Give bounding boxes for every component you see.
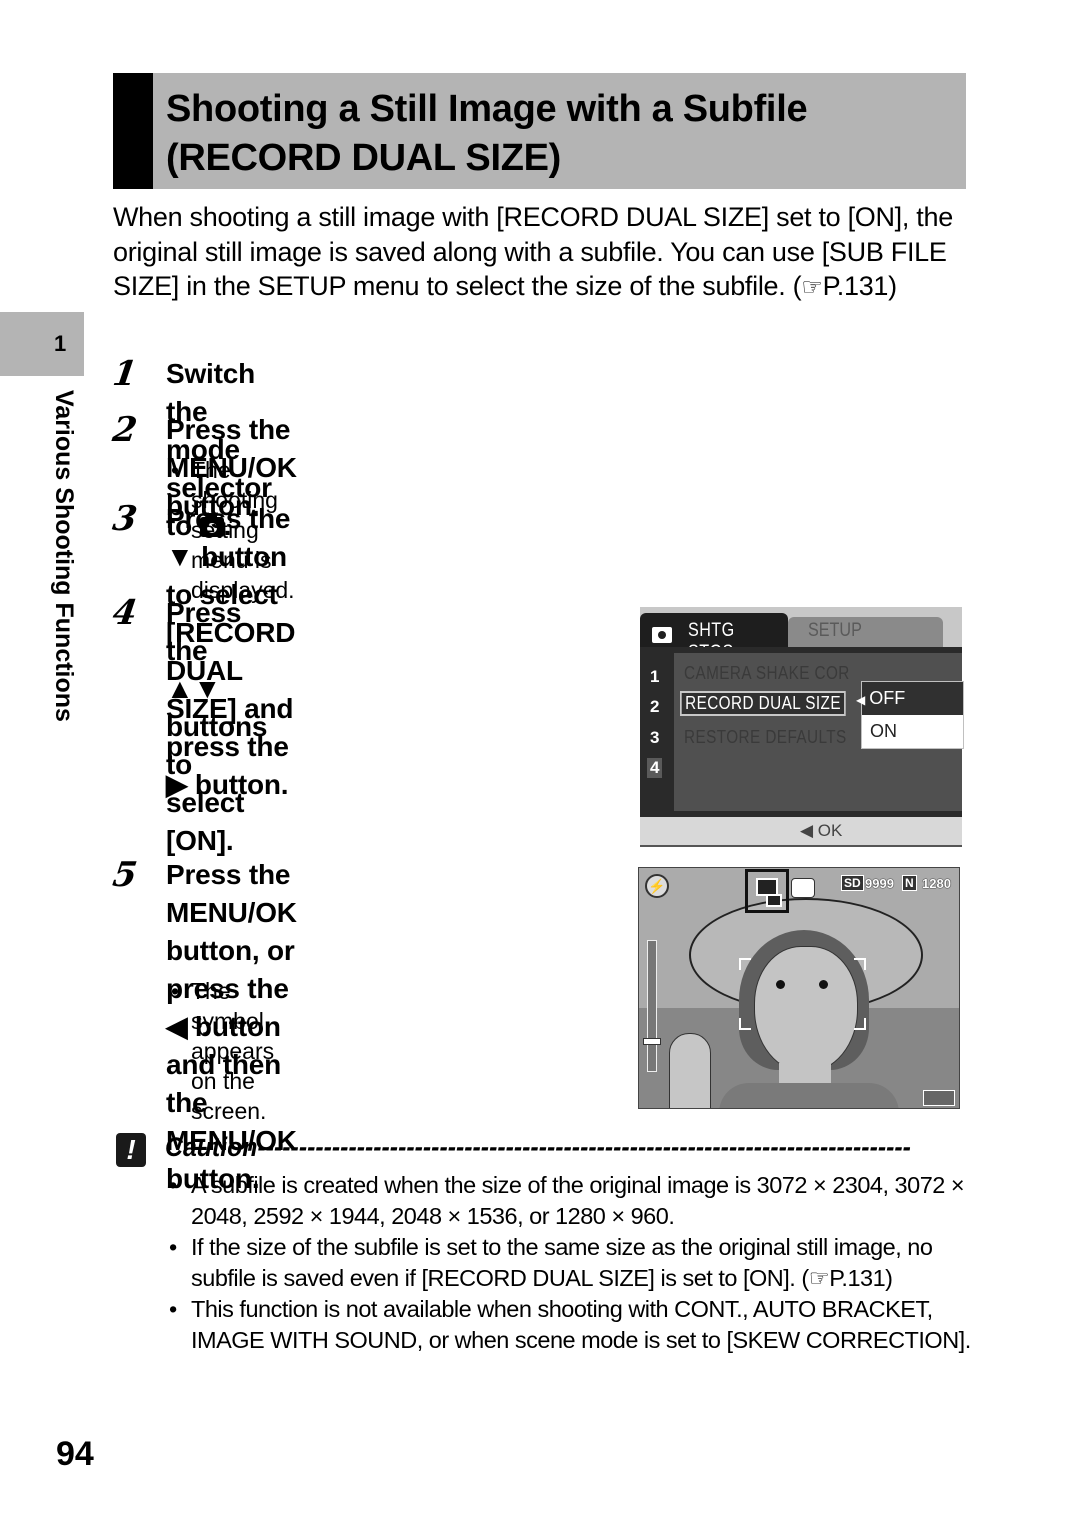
up-down-arrow-icon: ▲▼: [166, 673, 222, 704]
caution-item: • This function is not available when sh…: [169, 1294, 991, 1356]
caution-divider: ----------------------------------------…: [257, 1132, 911, 1162]
caution-page-ref[interactable]: P.131): [829, 1265, 893, 1291]
down-arrow-icon: ▼: [166, 541, 194, 572]
step-number: 2: [110, 410, 140, 450]
caution-item-text: A subfile is created when the size of th…: [191, 1172, 965, 1229]
caution-item: • A subfile is created when the size of …: [169, 1170, 991, 1232]
sd-card-icon: SD: [841, 875, 864, 891]
shots-remaining: 9999: [865, 876, 894, 891]
body-illustration: [719, 1083, 899, 1108]
menu-footer: ◀ OK: [640, 817, 962, 847]
step-text-part: buttons to select: [166, 711, 268, 818]
focus-frame-corner: [854, 958, 866, 970]
eye-illustration: [776, 980, 785, 989]
focus-frame-corner: [739, 1018, 751, 1030]
zoom-indicator: [643, 1038, 661, 1045]
menu-item-restore-defaults: RESTORE DEFAULTS: [684, 727, 847, 747]
intro-paragraph: When shooting a still image with [RECORD…: [113, 200, 973, 306]
left-arrow-icon: ◀: [166, 1011, 188, 1042]
bullet: •: [169, 1296, 177, 1322]
step-text-part: Press the MENU/OK button, or: [166, 859, 297, 966]
menu-item-camera-shake-cor: CAMERA SHAKE COR: [684, 663, 850, 683]
eye-illustration: [819, 980, 828, 989]
left-arrow-icon: ◀: [856, 693, 866, 707]
step-text: Press the ▲▼ buttons to select [ON].: [166, 594, 267, 860]
bullet: •: [169, 1234, 177, 1260]
caution-item: • If the size of the subfile is set to t…: [169, 1232, 991, 1294]
menu-page-number-active: 4: [647, 758, 663, 778]
page-title-line1: Shooting a Still Image with a Subfile: [166, 88, 808, 130]
bullet: •: [169, 1172, 177, 1198]
camera-live-view-screenshot: ⚡ SD 9999 N 1280: [638, 867, 960, 1109]
focus-frame-corner: [739, 958, 751, 970]
step-number: 5: [110, 855, 140, 895]
menu-footer-ok: ◀ OK: [800, 821, 843, 840]
record-dual-size-icon: [745, 869, 789, 913]
intro-page-ref[interactable]: P.131): [823, 271, 898, 301]
dual-size-small-frame: [766, 894, 782, 907]
step-number: 4: [110, 593, 140, 633]
menu-option-on: ON: [862, 715, 963, 748]
caution-icon: !: [116, 1133, 146, 1167]
menu-page-number: 2: [650, 697, 660, 716]
face-illustration: [754, 946, 858, 1073]
camera-menu-screenshot: SETUP SHTG STGS 1 2 3 4 CAMERA SHAKE COR…: [640, 607, 964, 847]
step-text-part: Press the: [166, 597, 242, 666]
step-number: 3: [110, 499, 140, 539]
menu-tab-bar: SETUP SHTG STGS: [640, 607, 962, 663]
page-number: 94: [56, 1435, 94, 1473]
step-note-text: The symbol appears on the screen.: [191, 978, 275, 1124]
battery-icon: [923, 1090, 955, 1106]
flash-auto-icon: ⚡: [645, 874, 669, 898]
bullet: •: [171, 978, 180, 1004]
reference-hand-icon: ☞: [801, 274, 823, 301]
step-text-part: [ON].: [166, 825, 234, 856]
step-text-part: Press the: [166, 503, 291, 534]
chapter-number: 1: [54, 331, 67, 356]
focus-frame-corner: [854, 1018, 866, 1030]
caution-item-text: This function is not available when shoo…: [191, 1296, 971, 1353]
step-note: • The symbol appears on the screen.: [171, 976, 275, 1126]
image-size: 1280: [922, 876, 951, 891]
menu-option-list: ◀ OFF ON: [856, 681, 964, 749]
reference-hand-icon: ☞: [808, 1265, 830, 1291]
camera-mode-icon: [791, 878, 815, 898]
tab-setup: SETUP: [788, 617, 943, 647]
chapter-title: Various Shooting Functions: [50, 390, 78, 722]
hand-illustration: [669, 1033, 711, 1108]
menu-item-record-dual-size: RECORD DUAL SIZE: [680, 691, 847, 716]
tab-shooting-settings: SHTG STGS: [640, 613, 788, 663]
bullet: •: [171, 457, 180, 483]
quality-icon: N: [902, 875, 917, 891]
tab-setup-label: SETUP: [808, 620, 862, 641]
menu-option-off: ◀ OFF: [856, 682, 963, 715]
menu-page-number: 3: [650, 728, 660, 747]
title-accent-bar: [113, 73, 153, 189]
page-title: Shooting a Still Image with a Subfile (R…: [166, 85, 966, 183]
title-banner: Shooting a Still Image with a Subfile (R…: [113, 73, 966, 189]
menu-page-number: 1: [650, 667, 660, 686]
caution-list: • A subfile is created when the size of …: [169, 1170, 991, 1356]
camera-icon: [652, 627, 672, 643]
step-number: 1: [110, 354, 140, 394]
caution-heading-text: Caution: [165, 1132, 258, 1162]
chapter-tab: [0, 312, 84, 376]
zoom-bar: [647, 940, 657, 1072]
caution-heading: Caution---------------------------------…: [165, 1132, 910, 1163]
page-title-line2: (RECORD DUAL SIZE): [166, 137, 562, 179]
menu-option-off-label: OFF: [869, 688, 906, 708]
